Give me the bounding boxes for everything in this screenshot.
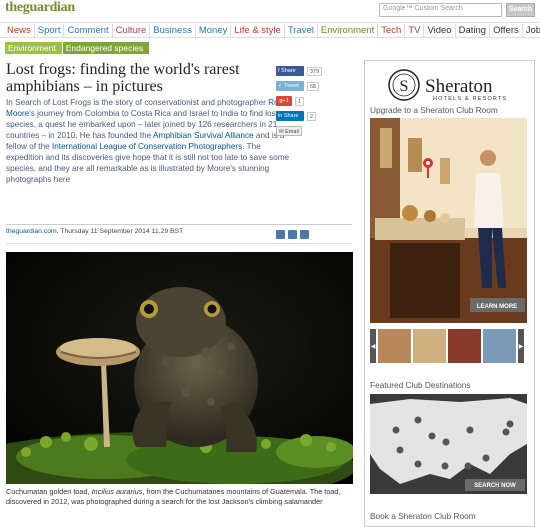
search-now-button[interactable]: SEARCH NOW	[474, 483, 516, 489]
nav-item-life-style[interactable]: Life & style	[231, 23, 285, 37]
twitter-tweet-label: Tweet	[284, 83, 299, 89]
nav-item-environment[interactable]: Environment	[318, 23, 379, 37]
standfirst: In Search of Lost Frogs is the story of …	[6, 97, 296, 185]
bookmark-icon[interactable]	[300, 230, 309, 239]
nav-item-offers[interactable]: Offers	[490, 23, 523, 37]
ad-lounge-photo[interactable]: LEARN MORE	[370, 118, 527, 323]
sheraton-ad[interactable]: S Sheraton HOTELS & RESORTS Upgrade to a…	[364, 60, 535, 527]
destinations-map[interactable]: SEARCH NOW	[370, 394, 527, 494]
breadcrumb: Environment Endangered species	[5, 42, 150, 54]
amphibian-alliance-link[interactable]: Amphibian Survival Alliance	[153, 131, 254, 140]
nav-item-culture[interactable]: Culture	[113, 23, 151, 37]
carousel-prev-icon[interactable]: ◀	[370, 329, 376, 363]
sheraton-s-logo-icon: S	[388, 69, 420, 101]
nav-item-news[interactable]: News	[4, 23, 35, 37]
linkedin-share-button[interactable]: in Share	[276, 111, 304, 121]
learn-more-button[interactable]: LEARN MORE	[477, 304, 517, 310]
email-share-label: Email	[285, 129, 299, 135]
caption-latin-name: Incilius aurarius	[91, 487, 143, 496]
nav-item-tv[interactable]: TV	[405, 23, 425, 37]
byline-site-link[interactable]: theguardian.com	[6, 228, 57, 235]
caption-text-1: Cuchumatan golden toad,	[6, 487, 92, 496]
share-buttons: f Share 379 ✓ Tweet 68 g+1 1 in Share 2 …	[276, 65, 326, 140]
twitter-tweet-button[interactable]: ✓ Tweet	[276, 81, 304, 91]
toad-illustration	[6, 252, 353, 484]
nav-item-tech[interactable]: Tech	[378, 23, 406, 37]
nav-item-comment[interactable]: Comment	[64, 23, 113, 37]
ad-thumbnail-1[interactable]	[378, 329, 411, 363]
byline-tools	[276, 230, 309, 239]
map-illustration: SEARCH NOW	[370, 394, 527, 494]
linkedin-share-label: Share	[283, 113, 299, 119]
email-share-button[interactable]: ✉ Email	[276, 126, 302, 136]
byline-bottom-divider	[6, 243, 352, 244]
breadcrumb-endangered-species[interactable]: Endangered species	[62, 42, 150, 54]
main-nav: News Sport Comment Culture Business Money Life…	[0, 22, 540, 38]
photo-caption: Cuchumatan golden toad, Incilius aurariu…	[6, 487, 352, 507]
search-input[interactable]: Google™ Custom Search	[379, 3, 502, 17]
carousel-next-icon[interactable]: ▶	[518, 329, 524, 363]
ad-thumbnail-carousel: ◀ ▶	[370, 329, 527, 363]
nav-item-sport[interactable]: Sport	[35, 23, 65, 37]
nav-item-business[interactable]: Business	[150, 23, 196, 37]
ad-heading-destinations: Featured Club Destinations	[370, 380, 471, 390]
ilcp-link[interactable]: International League of Conservation Pho…	[52, 142, 242, 151]
breadcrumb-environment[interactable]: Environment	[5, 42, 62, 54]
google-plus-count: 1	[295, 96, 305, 106]
nav-item-jobs[interactable]: Jobs	[523, 24, 540, 37]
guardian-logo[interactable]: theguardian	[5, 0, 75, 16]
print-icon[interactable]	[276, 230, 285, 239]
logo-guardian: guardian	[22, 0, 75, 15]
byline-divider	[6, 224, 352, 225]
logo-the: the	[5, 0, 23, 15]
byline-date: , Thursday 11 September 2014 11.29 BST	[56, 228, 184, 235]
nav-item-video[interactable]: Video	[424, 23, 456, 37]
twitter-tweet-count: 68	[307, 81, 320, 91]
nav-item-dating[interactable]: Dating	[456, 23, 491, 37]
sheraton-brand: Sheraton	[425, 76, 493, 97]
ad-heading-upgrade: Upgrade to a Sheraton Club Room	[370, 105, 498, 115]
svg-text:S: S	[400, 78, 409, 95]
ad-thumbnail-4[interactable]	[483, 329, 516, 363]
byline: theguardian.com, Thursday 11 September 2…	[6, 228, 183, 235]
lounge-illustration: LEARN MORE	[370, 118, 527, 323]
ad-thumbnail-3[interactable]	[448, 329, 481, 363]
masthead: theguardian Google™ Custom Search Search	[0, 0, 540, 20]
page-title: Lost frogs: finding the world's rarest a…	[6, 61, 240, 95]
google-plus-button[interactable]: g+1	[276, 96, 292, 106]
standfirst-text-1: In Search of Lost Frogs is the story of …	[6, 98, 269, 107]
nav-item-money[interactable]: Money	[196, 23, 232, 37]
linkedin-share-count: 2	[307, 111, 317, 121]
toad-photo[interactable]	[6, 252, 353, 484]
nav-item-travel[interactable]: Travel	[285, 23, 318, 37]
search-button[interactable]: Search	[506, 3, 535, 17]
share-icon[interactable]	[288, 230, 297, 239]
facebook-share-label: Share	[281, 68, 296, 74]
sheraton-brand-sub: HOTELS & RESORTS	[433, 96, 508, 102]
ad-heading-book: Book a Sheraton Club Room	[370, 511, 476, 521]
facebook-share-count: 379	[307, 66, 323, 76]
ad-thumbnail-2[interactable]	[413, 329, 446, 363]
sheraton-logo: S Sheraton HOTELS & RESORTS	[365, 67, 534, 102]
facebook-share-button[interactable]: f Share	[276, 66, 304, 76]
